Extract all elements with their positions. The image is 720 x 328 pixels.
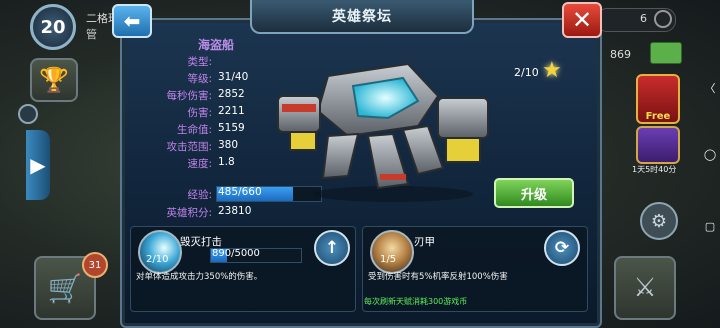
hero-robot-image: [277, 62, 489, 202]
side-expand-arrow-icon[interactable]: ▶: [26, 130, 50, 200]
stat-label-exp: 经验:: [187, 189, 212, 201]
window-title: 英雄祭坛: [250, 0, 474, 34]
stat-label-dps: 每秒伤害:: [166, 90, 212, 102]
currency-value: 869: [610, 48, 631, 61]
stat-value-damage: 2211: [218, 105, 245, 117]
free-gift-tile[interactable]: Free: [636, 74, 680, 124]
stat-label-hero-points: 英雄积分:: [166, 207, 212, 219]
hero-name: 海盗船: [198, 38, 235, 52]
resource-counter: 6: [640, 12, 647, 25]
skill-2-level: 1/5: [380, 254, 397, 265]
cart-badge: 31: [82, 252, 108, 278]
skill-1-description: 对单体造成攻击力350%的伤害。: [136, 272, 263, 282]
skill-strike-icon[interactable]: [138, 230, 182, 274]
player-subtitle: 管: [86, 28, 97, 41]
upgrade-button[interactable]: 升级: [494, 178, 574, 208]
star-count: 2/10: [514, 66, 539, 79]
refresh-cost-note: 每次刷新天赋消耗300游戏币: [364, 297, 468, 306]
event-tile[interactable]: [636, 126, 680, 164]
battle-icon[interactable]: ⚔: [614, 256, 676, 320]
free-label: Free: [645, 111, 671, 122]
stat-value-level: 31/40: [218, 71, 249, 83]
stat-value-speed: 1.8: [218, 156, 235, 168]
money-icon[interactable]: [650, 42, 682, 64]
skill-1-upgrade-button[interactable]: ↑: [314, 230, 350, 266]
stat-value-exp: 485/660: [218, 186, 262, 198]
skill-2-name: 刃甲: [414, 236, 435, 248]
event-timer: 1天5时40分: [632, 165, 677, 174]
close-icon: ✕: [571, 6, 593, 34]
back-button[interactable]: ⬅: [112, 4, 152, 38]
skill-1-progress-text: 890/5000: [212, 248, 260, 259]
stat-value-hero-points: 23810: [218, 205, 252, 217]
stat-value-dps: 2852: [218, 88, 245, 100]
gear-icon[interactable]: ⚙: [640, 202, 678, 240]
system-recent-icon[interactable]: ▢: [700, 220, 720, 233]
skill-2-refresh-button[interactable]: ⟳: [544, 230, 580, 266]
close-button[interactable]: ✕: [562, 2, 602, 38]
skill-1-name: 毁灭打击: [180, 236, 222, 248]
star-icon: ★: [542, 58, 562, 83]
arrow-up-icon: ↑: [324, 238, 340, 258]
arrow-left-icon: ⬅: [123, 9, 141, 33]
stat-label-hp: 生命值:: [176, 124, 212, 136]
stat-value-hp: 5159: [218, 122, 245, 134]
stat-label-damage: 伤害:: [187, 107, 212, 119]
player-level-badge[interactable]: 20: [30, 4, 76, 50]
player-level: 20: [40, 16, 66, 38]
stat-label-level: 等级:: [187, 73, 212, 85]
stat-value-range: 380: [218, 139, 239, 151]
skill-1-level: 2/10: [146, 254, 169, 265]
stat-label-speed: 速度:: [187, 158, 212, 170]
skill-2-description: 受到伤害时有5%机率反射100%伤害: [368, 272, 508, 282]
refresh-icon: ⟳: [554, 238, 570, 258]
resource-ring-icon: [654, 10, 672, 28]
trophy-icon[interactable]: 🏆: [30, 58, 78, 102]
system-back-icon[interactable]: 〈: [700, 80, 720, 96]
system-home-icon[interactable]: ◯: [700, 148, 720, 161]
stat-label-type: 类型:: [187, 56, 212, 68]
skill-blade-armor-icon[interactable]: [370, 230, 414, 274]
stat-label-range: 攻击范围:: [166, 141, 212, 153]
floating-dot-icon[interactable]: [18, 104, 38, 124]
